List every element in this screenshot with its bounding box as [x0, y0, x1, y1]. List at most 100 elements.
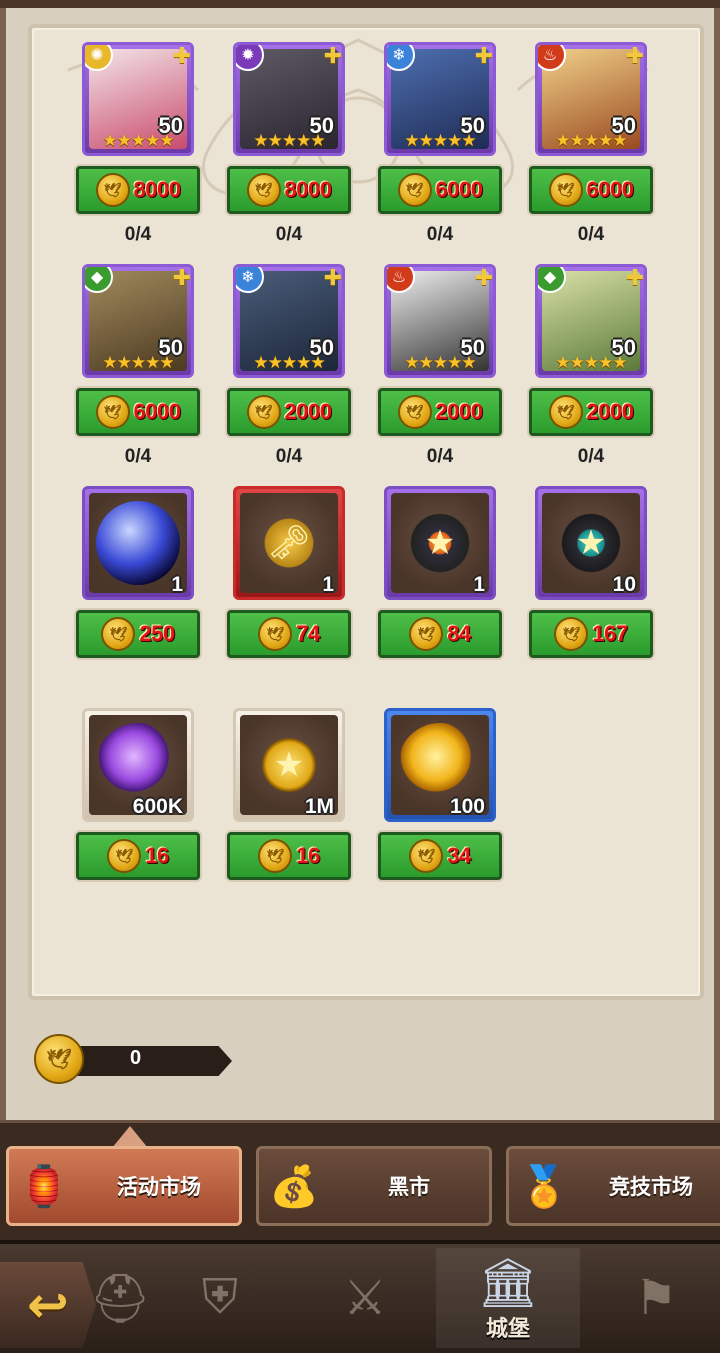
dove-coin-icon: 🕊: [554, 617, 589, 651]
dove-coin-icon: 🕊: [548, 173, 583, 207]
item-quantity: 1: [322, 573, 334, 596]
hero-stars: ★★★★★: [404, 131, 476, 150]
item-shop-item: ★ 1 🕊 84: [378, 486, 502, 666]
buy-button[interactable]: 🕊 16: [227, 832, 351, 880]
arena-medal-icon: 🏅: [519, 1164, 569, 1209]
buy-button[interactable]: 🕊 2000: [378, 388, 502, 436]
buy-button[interactable]: 🕊 16: [76, 832, 200, 880]
purchase-limit: 0/4: [426, 446, 454, 467]
hero-stars: ★★★★★: [253, 353, 325, 372]
item-card[interactable]: 🗝 1: [233, 486, 345, 600]
buy-button[interactable]: 🕊 250: [76, 610, 200, 658]
item-quantity: 100: [449, 795, 485, 818]
hero-card[interactable]: ❄ ✚ 50 ★★★★★: [233, 264, 345, 378]
puzzle-piece-icon: ✚: [172, 43, 192, 68]
buy-button[interactable]: 🕊 2000: [529, 388, 653, 436]
hero-card[interactable]: ✺ ✚ 50 ★★★★★: [82, 42, 194, 156]
hero-card[interactable]: ♨ ✚ 50 ★★★★★: [384, 264, 496, 378]
dove-coin-icon: 🕊: [101, 617, 136, 651]
puzzle-piece-icon: ✚: [323, 43, 343, 68]
currency-wallet: 🕊 0: [34, 1034, 232, 1086]
item-card[interactable]: ★ 10: [535, 486, 647, 600]
item-card[interactable]: ★ 1M: [233, 708, 345, 822]
hero-card[interactable]: ◆ ✚ 50 ★★★★★: [535, 264, 647, 378]
dove-coin-icon: 🕊: [397, 395, 432, 429]
dove-coin-icon: 🕊: [34, 1034, 84, 1084]
puzzle-piece-icon: ✚: [625, 265, 645, 290]
puzzle-piece-icon: ✚: [172, 265, 192, 290]
item-shop-item: ★ 1M 🕊 16: [227, 708, 351, 888]
tab-arena-market[interactable]: 🏅 竞技市场: [506, 1146, 720, 1226]
dove-coin-icon: 🕊: [246, 173, 281, 207]
buy-button[interactable]: 🕊 167: [529, 610, 653, 658]
dove-coin-icon: 🕊: [548, 395, 583, 429]
price-value: 8000: [133, 177, 181, 202]
buy-button[interactable]: 🕊 34: [378, 832, 502, 880]
dove-coin-icon: 🕊: [95, 395, 130, 429]
helmet-icon: ⛨: [201, 1271, 238, 1324]
price-value: 250: [139, 621, 175, 646]
hero-card[interactable]: ✹ ✚ 50 ★★★★★: [233, 42, 345, 156]
back-button[interactable]: ↩: [0, 1262, 96, 1348]
price-value: 2000: [284, 399, 332, 424]
dove-coin-icon: 🕊: [397, 173, 432, 207]
price-value: 6000: [586, 177, 634, 202]
hero-card[interactable]: ◆ ✚ 50 ★★★★★: [82, 264, 194, 378]
nav-battle[interactable]: ⚔: [305, 1248, 425, 1348]
castle-icon: 🏛: [477, 1256, 539, 1310]
purchase-limit: 0/4: [275, 446, 303, 467]
purchase-limit: 0/4: [577, 446, 605, 467]
tab-black-market[interactable]: 💰 黑市: [256, 1146, 492, 1226]
buy-button[interactable]: 🕊 6000: [76, 388, 200, 436]
item-card[interactable]: 100: [384, 708, 496, 822]
hero-shop-item: ♨ ✚ 50 ★★★★★ 🕊 6000 0/4: [529, 42, 653, 252]
price-value: 8000: [284, 177, 332, 202]
hero-shop-item: ✺ ✚ 50 ★★★★★ 🕊 8000 0/4: [76, 42, 200, 252]
buy-button[interactable]: 🕊 6000: [529, 166, 653, 214]
price-value: 2000: [435, 399, 483, 424]
hero-shop-item: ◆ ✚ 50 ★★★★★ 🕊 2000 0/4: [529, 264, 653, 474]
nav-equipment[interactable]: ⛨: [160, 1248, 280, 1348]
buy-button[interactable]: 🕊 6000: [378, 166, 502, 214]
flag-icon: ⚑: [634, 1272, 678, 1325]
hero-shop-item: ❄ ✚ 50 ★★★★★ 🕊 6000 0/4: [378, 42, 502, 252]
crossed-swords-icon: ⚔: [343, 1272, 387, 1325]
dove-coin-icon: 🕊: [258, 839, 293, 873]
buy-button[interactable]: 🕊 84: [378, 610, 502, 658]
buy-button[interactable]: 🕊 8000: [227, 166, 351, 214]
item-quantity: 1M: [304, 795, 334, 818]
buy-button[interactable]: 🕊 8000: [76, 166, 200, 214]
nav-castle[interactable]: 🏛 城堡: [436, 1248, 580, 1348]
dove-coin-icon: 🕊: [409, 617, 444, 651]
nav-adventure[interactable]: ⚑: [596, 1248, 716, 1348]
hero-shop-item: ◆ ✚ 50 ★★★★★ 🕊 6000 0/4: [76, 264, 200, 474]
item-shop-item: 1 🕊 250: [76, 486, 200, 666]
buy-button[interactable]: 🕊 74: [227, 610, 351, 658]
item-card[interactable]: 600K: [82, 708, 194, 822]
purchase-limit: 0/4: [426, 224, 454, 245]
return-arrow-icon: ↩: [27, 1277, 69, 1333]
dove-coin-icon: 🕊: [95, 173, 130, 207]
star-chip-icon: ★: [398, 501, 482, 585]
puzzle-piece-icon: ✚: [474, 265, 494, 290]
hero-stars: ★★★★★: [555, 353, 627, 372]
lantern-icon: 🏮: [19, 1164, 69, 1209]
dove-coin-icon: 🕊: [409, 839, 444, 873]
golden-key-icon: 🗝: [247, 501, 331, 585]
hero-card[interactable]: ♨ ✚ 50 ★★★★★: [535, 42, 647, 156]
item-shop-item: 100 🕊 34: [378, 708, 502, 888]
item-shop-item: 🗝 1 🕊 74: [227, 486, 351, 666]
nav-label-castle: 城堡: [485, 1315, 530, 1341]
buy-button[interactable]: 🕊 2000: [227, 388, 351, 436]
item-card[interactable]: 1: [82, 486, 194, 600]
item-card[interactable]: ★ 1: [384, 486, 496, 600]
tab-label: 黑市: [388, 1176, 430, 1199]
price-value: 74: [296, 621, 320, 646]
price-value: 84: [447, 621, 471, 646]
knight-helmet-icon: ⛑: [89, 1272, 151, 1326]
item-quantity: 600K: [132, 795, 183, 818]
tab-activity-market[interactable]: 🏮 活动市场: [6, 1146, 242, 1226]
hero-card[interactable]: ❄ ✚ 50 ★★★★★: [384, 42, 496, 156]
item-quantity: 1: [473, 573, 485, 596]
hero-stars: ★★★★★: [102, 131, 174, 150]
